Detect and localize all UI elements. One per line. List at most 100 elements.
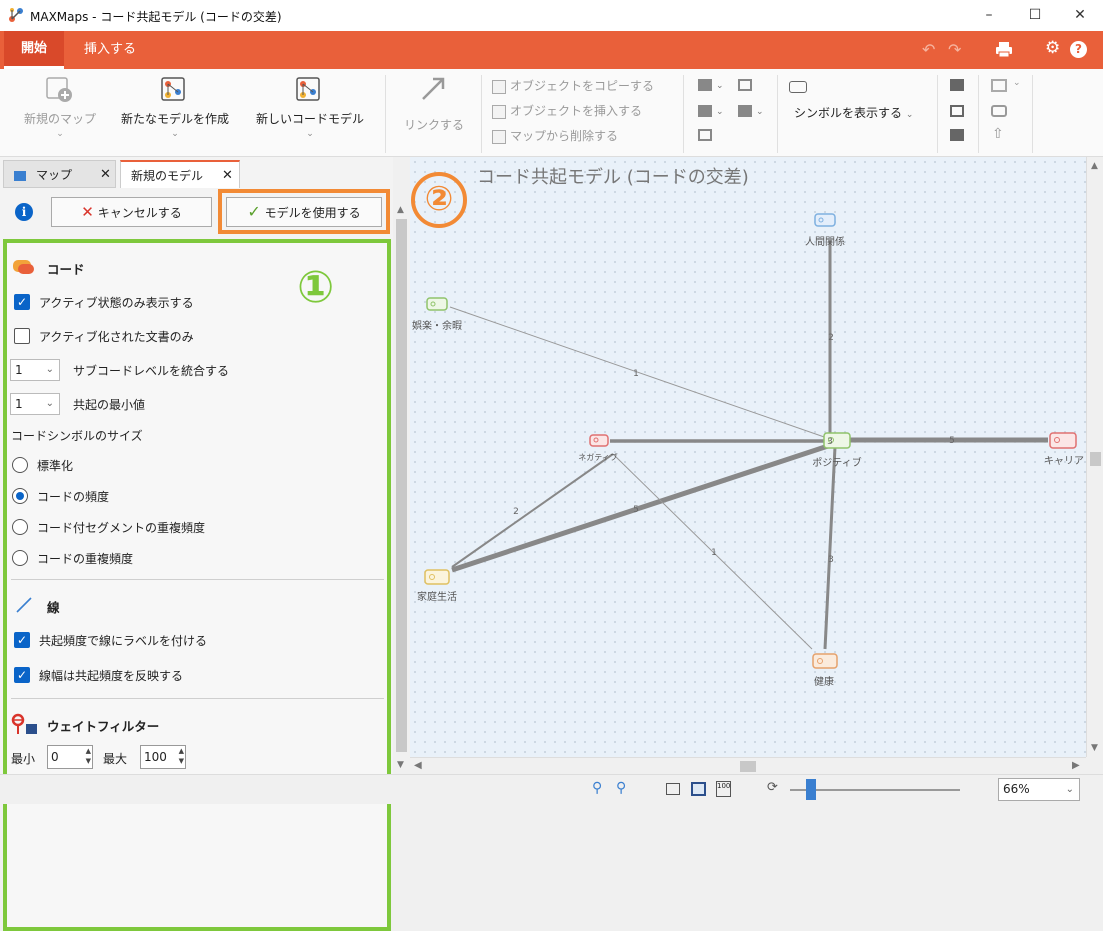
use-model-button[interactable]: ✓ モデルを使用する <box>226 197 382 227</box>
tab-new-model[interactable]: 新規のモデル ✕ <box>120 160 240 188</box>
node-katei[interactable] <box>424 569 450 585</box>
radio-standard[interactable] <box>12 457 28 473</box>
canvas-vscroll-thumb[interactable] <box>1090 452 1101 466</box>
new-map-button[interactable]: 新規のマップ ⌄ <box>14 75 106 139</box>
panel-scroll-thumb[interactable] <box>396 219 407 752</box>
show-symbol-dropdown[interactable]: シンボルを表示する ⌄ <box>794 104 913 121</box>
node-ningen[interactable] <box>814 213 836 227</box>
code-section-icon <box>13 260 34 274</box>
edge-label: 2 <box>828 333 834 343</box>
edge-label: 5 <box>633 505 639 515</box>
maximize-button[interactable]: ☐ <box>1012 0 1058 31</box>
new-code-model-icon <box>296 77 320 101</box>
window-title: MAXMaps - コード共起モデル (コードの交差) <box>30 10 282 24</box>
cooccurrence-graph: 人間関係 娯楽・余暇 ネガティブ ポジティブ キャリア 家庭生活 健康 2 1 … <box>412 213 1084 688</box>
canvas-hscroll-thumb[interactable] <box>740 761 756 772</box>
edge-label: 5 <box>949 436 955 446</box>
subcode-level-select[interactable]: 1 ⌄ <box>10 359 60 381</box>
node-career[interactable] <box>1049 432 1077 449</box>
camera-icon[interactable] <box>991 105 1007 117</box>
ribbon: 新規のマップ ⌄ 新たなモデルを作成 ⌄ 新しいコードモデル ⌄ リンクする オ… <box>0 69 1103 157</box>
label-lines-label: 共起頻度で線にラベルを付ける <box>39 634 208 648</box>
node-label: キャリア <box>1044 456 1084 467</box>
ribbon-separator <box>385 75 386 153</box>
export-icon[interactable]: ⇧ <box>992 126 1004 142</box>
zoom-reset-icon[interactable]: ⟳ <box>767 780 778 795</box>
panel-scrollbar[interactable]: ▲ ▼ <box>393 157 410 777</box>
info-icon[interactable]: i <box>15 203 33 221</box>
layer-back-icon[interactable] <box>950 129 964 141</box>
link-button[interactable]: リンクする <box>396 75 472 133</box>
print-icon[interactable] <box>995 41 1013 58</box>
zoom-select[interactable]: 66% ⌄ <box>998 778 1080 801</box>
copy-object-button[interactable]: オブジェクトをコピーする <box>492 75 654 97</box>
zoom-in-icon[interactable]: ⚲ <box>616 780 626 796</box>
help-icon[interactable]: ? <box>1070 41 1087 58</box>
map-canvas[interactable]: コード共起モデル (コードの交差) 人間関係 娯楽・余暇 ネガティブ ポジティブ… <box>410 157 1086 757</box>
close-button[interactable]: ✕ <box>1057 0 1103 31</box>
zoom-slider-thumb[interactable] <box>806 779 816 800</box>
close-tab-map-icon[interactable]: ✕ <box>100 161 111 189</box>
edge-label: 1 <box>633 369 639 379</box>
active-docs-checkbox[interactable] <box>14 328 30 344</box>
align-tools-group[interactable]: ⌄ ⌄ ⌄ <box>698 79 768 149</box>
puzzle-icon[interactable] <box>991 79 1007 92</box>
delete-icon <box>492 129 506 144</box>
node-label: 人間関係 <box>805 236 845 248</box>
new-model-button[interactable]: 新たなモデルを作成 ⌄ <box>112 75 238 139</box>
ribbon-separator <box>777 75 778 153</box>
map-tab-icon <box>14 170 26 181</box>
zoom-out-icon[interactable]: ⚲ <box>592 780 602 796</box>
node-goraku[interactable] <box>426 297 448 311</box>
node-label: ポジティブ <box>812 456 861 469</box>
close-tab-new-model-icon[interactable]: ✕ <box>222 162 233 190</box>
ribbon-separator <box>978 75 979 153</box>
marker-one: ① <box>297 262 335 313</box>
minimize-button[interactable]: – <box>966 0 1012 31</box>
new-code-model-button[interactable]: 新しいコードモデル ⌄ <box>246 75 374 139</box>
arrow-link-icon <box>422 77 445 100</box>
layers-icon[interactable] <box>950 105 964 117</box>
ribbon-separator <box>481 75 482 153</box>
tab-insert[interactable]: 挿入する <box>80 31 140 69</box>
undo-icon[interactable]: ↶ <box>922 40 935 59</box>
canvas-horizontal-scrollbar[interactable]: ◀ ▶ <box>410 757 1086 774</box>
redo-icon[interactable]: ↷ <box>948 40 961 59</box>
node-negative[interactable] <box>589 434 609 447</box>
radio-code-frequency[interactable] <box>12 488 28 504</box>
tab-start[interactable]: 開始 <box>4 31 64 69</box>
layer-front-icon[interactable] <box>950 79 964 91</box>
status-bar: ⚲ ⚲ 100 ⟳ 66% ⌄ <box>0 774 1103 804</box>
max-label: 最大 <box>103 752 128 766</box>
radio-segment-frequency[interactable] <box>12 519 28 535</box>
edge-negative-katei[interactable] <box>451 453 614 568</box>
weight-filter-title: ウェイトフィルター <box>47 719 160 734</box>
divider <box>11 698 384 699</box>
gear-icon[interactable]: ⚙ <box>1045 38 1060 58</box>
ribbon-separator <box>1032 75 1033 153</box>
edge-positive-kenko[interactable] <box>823 446 837 650</box>
line-width-label: 線幅は共起頻度を反映する <box>39 669 184 683</box>
edge-goraku-positive[interactable] <box>449 306 831 440</box>
new-model-icon <box>161 77 185 101</box>
radio-code-frequency-label: コードの頻度 <box>37 490 110 504</box>
radio-overlap-frequency[interactable] <box>12 550 28 566</box>
fit-width-icon[interactable] <box>666 783 680 795</box>
min-cooccurrence-select[interactable]: 1 ⌄ <box>10 393 60 415</box>
active-only-checkbox[interactable]: ✓ <box>14 294 30 310</box>
left-panel: マップ ✕ 新規のモデル ✕ i ✕ キャンセルする ✓ モデルを使用する ① … <box>0 157 410 931</box>
min-weight-spinner[interactable]: 0 ▲ ▼ <box>47 745 93 769</box>
insert-object-button[interactable]: オブジェクトを挿入する <box>492 100 642 122</box>
tab-map[interactable]: マップ ✕ <box>3 160 116 188</box>
actual-size-icon[interactable]: 100 <box>716 781 731 797</box>
line-width-checkbox[interactable]: ✓ <box>14 667 30 683</box>
label-lines-checkbox[interactable]: ✓ <box>14 632 30 648</box>
canvas-vertical-scrollbar[interactable]: ▲ ▼ <box>1086 157 1103 757</box>
fit-page-icon[interactable] <box>691 782 706 796</box>
new-map-icon <box>46 77 72 102</box>
delete-from-map-button[interactable]: マップから削除する <box>492 125 618 147</box>
max-weight-spinner[interactable]: 100 ▲ ▼ <box>140 745 186 769</box>
cancel-button[interactable]: ✕ キャンセルする <box>51 197 212 227</box>
node-kenko[interactable] <box>812 653 838 669</box>
edge-katei-positive[interactable] <box>451 443 829 573</box>
